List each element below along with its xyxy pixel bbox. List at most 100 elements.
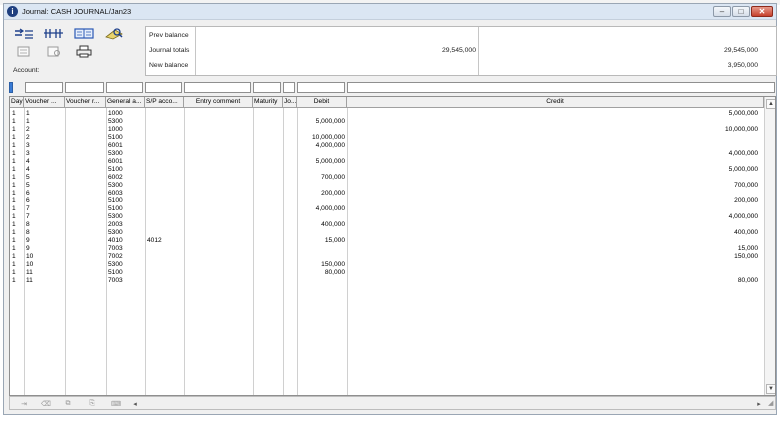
header-day[interactable]: Day [10,97,24,108]
cell-debit[interactable]: 5,000,000 [299,118,345,126]
search-button[interactable] [100,25,128,41]
cell-account[interactable]: 2003 [108,221,144,229]
cell-debit[interactable]: 5,000,000 [299,158,345,166]
scroll-right-icon[interactable]: ▸ [754,399,764,408]
cell-day[interactable]: 1 [12,277,23,285]
filter-sp-account[interactable] [145,82,182,93]
cell-voucher[interactable]: 4 [26,158,64,166]
cell-voucher[interactable]: 7 [26,213,64,221]
scroll-left-icon[interactable]: ◂ [130,399,140,408]
header-entry-comment[interactable]: Entry comment [184,97,253,108]
cell-debit[interactable]: 15,000 [299,237,345,245]
cell-account[interactable]: 6001 [108,142,144,150]
cell-day[interactable]: 1 [12,205,23,213]
cell-account[interactable]: 5300 [108,229,144,237]
title-bar[interactable]: i Journal: CASH JOURNAL/Jan23 – □ ✕ [4,4,776,20]
cell-debit[interactable]: 150,000 [299,261,345,269]
cell-account[interactable]: 5300 [108,118,144,126]
header-debit[interactable]: Debit [297,97,347,108]
cell-voucher[interactable]: 8 [26,229,64,237]
filter-entry-comment[interactable] [184,82,251,93]
cell-account[interactable]: 7003 [108,245,144,253]
cell-day[interactable]: 1 [12,118,23,126]
cell-credit[interactable]: 150,000 [349,253,758,261]
resize-grip-icon[interactable]: ◢ [768,399,776,408]
cell-account[interactable]: 6002 [108,174,144,182]
cell-debit[interactable]: 10,000,000 [299,134,345,142]
filter-credit[interactable] [347,82,775,93]
close-button[interactable]: ✕ [751,6,773,17]
cell-voucher[interactable]: 6 [26,197,64,205]
cell-day[interactable]: 1 [12,221,23,229]
cell-credit[interactable]: 15,000 [349,245,758,253]
cell-voucher[interactable]: 4 [26,166,64,174]
sort-button[interactable] [40,25,68,41]
cell-account[interactable]: 5300 [108,213,144,221]
vertical-scrollbar[interactable]: ▲ ▼ [764,97,775,395]
cell-credit[interactable]: 4,000,000 [349,213,758,221]
cell-voucher[interactable]: 1 [26,110,64,118]
cell-account[interactable]: 4010 [108,237,144,245]
cell-voucher[interactable]: 9 [26,245,64,253]
cell-account[interactable]: 5100 [108,197,144,205]
cell-account[interactable]: 5300 [108,182,144,190]
cell-account[interactable]: 6003 [108,190,144,198]
cell-account[interactable]: 5100 [108,205,144,213]
header-jo[interactable]: Jo... [283,97,297,108]
insert-row-icon[interactable]: ⇥ [16,399,32,408]
cell-credit[interactable]: 200,000 [349,197,758,205]
header-general-account[interactable]: General a... [106,97,145,108]
cell-voucher[interactable]: 8 [26,221,64,229]
cell-account[interactable]: 5100 [108,166,144,174]
cell-debit[interactable]: 4,000,000 [299,142,345,150]
cell-credit[interactable]: 4,000,000 [349,150,758,158]
filter-voucher[interactable] [25,82,63,93]
cell-credit[interactable]: 5,000,000 [349,166,758,174]
cell-credit[interactable]: 5,000,000 [349,110,758,118]
cell-day[interactable]: 1 [12,237,23,245]
cell-voucher[interactable]: 2 [26,134,64,142]
header-voucher[interactable]: Voucher ... [24,97,65,108]
cell-debit[interactable]: 700,000 [299,174,345,182]
cell-account[interactable]: 6001 [108,158,144,166]
cell-sp[interactable]: 4012 [147,237,183,245]
cell-account[interactable]: 1000 [108,110,144,118]
cell-account[interactable]: 5100 [108,134,144,142]
cell-voucher[interactable]: 6 [26,190,64,198]
cell-day[interactable]: 1 [12,229,23,237]
cell-day[interactable]: 1 [12,269,23,277]
print-button[interactable] [70,43,98,59]
scroll-down-icon[interactable]: ▼ [766,384,775,394]
cell-day[interactable]: 1 [12,261,23,269]
minimize-button[interactable]: – [713,6,731,17]
cell-credit[interactable]: 400,000 [349,229,758,237]
cell-day[interactable]: 1 [12,197,23,205]
cell-account[interactable]: 5300 [108,261,144,269]
cell-day[interactable]: 1 [12,245,23,253]
cell-day[interactable]: 1 [12,166,23,174]
preview-button[interactable] [10,43,38,59]
cell-account[interactable]: 5300 [108,150,144,158]
cell-day[interactable]: 1 [12,150,23,158]
cell-voucher[interactable]: 5 [26,174,64,182]
cell-account[interactable]: 7002 [108,253,144,261]
cell-account[interactable]: 5100 [108,269,144,277]
filter-voucher-ref[interactable] [65,82,104,93]
cell-account[interactable]: 7003 [108,277,144,285]
cell-day[interactable]: 1 [12,110,23,118]
cell-voucher[interactable]: 3 [26,150,64,158]
cell-voucher[interactable]: 3 [26,142,64,150]
header-maturity[interactable]: Maturity [253,97,283,108]
cell-day[interactable]: 1 [12,190,23,198]
cell-day[interactable]: 1 [12,253,23,261]
cell-voucher[interactable]: 11 [26,277,64,285]
cell-voucher[interactable]: 1 [26,118,64,126]
cell-account[interactable]: 1000 [108,126,144,134]
maximize-button[interactable]: □ [732,6,750,17]
cell-debit[interactable]: 80,000 [299,269,345,277]
book-button[interactable] [70,25,98,41]
header-credit[interactable]: Credit [347,97,764,108]
cell-credit[interactable]: 80,000 [349,277,758,285]
attach-icon[interactable]: ⎘ [84,399,100,408]
cell-voucher[interactable]: 10 [26,253,64,261]
